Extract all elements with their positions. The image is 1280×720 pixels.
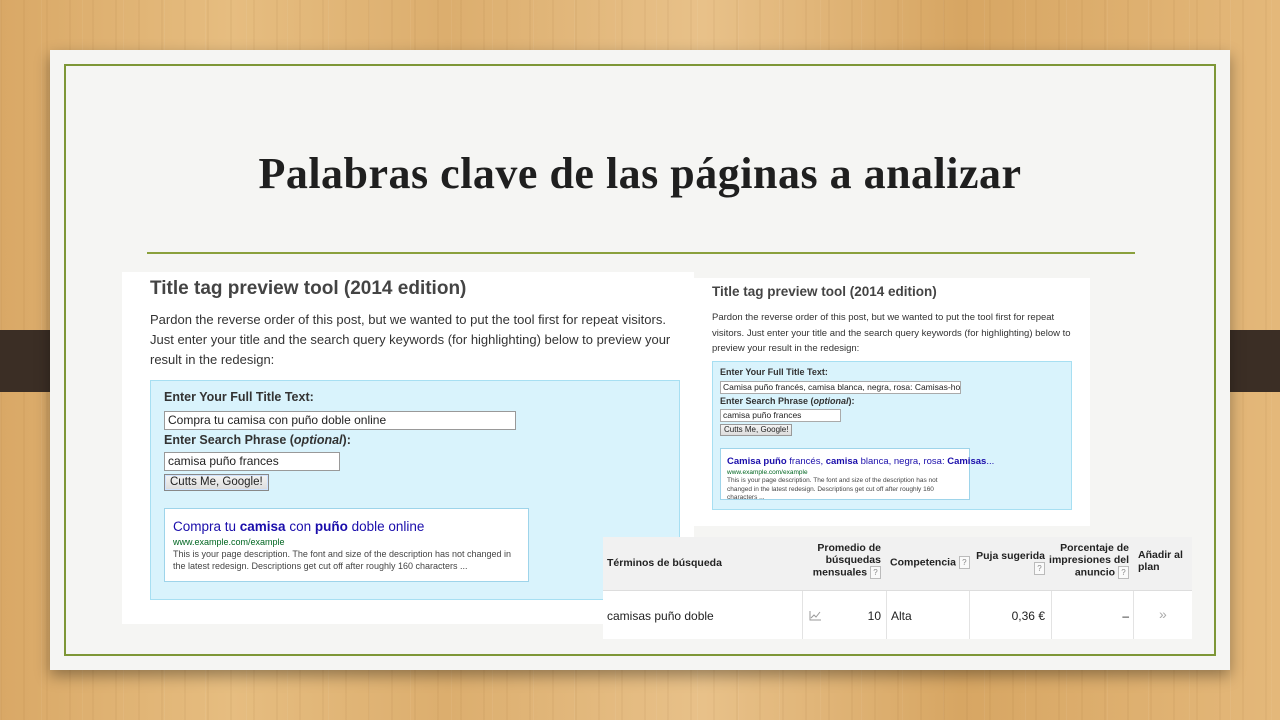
preview-button[interactable]: Cutts Me, Google! <box>720 424 793 436</box>
table-header: Términos de búsqueda Promedio de búsqued… <box>603 537 1192 591</box>
serp-title: Camisa puño francés, camisa blanca, negr… <box>727 456 995 467</box>
column-divider <box>802 591 803 639</box>
title-field[interactable]: Camisa puño francés, camisa blanca, negr… <box>720 381 961 394</box>
tool-intro: Pardon the reverse order of this post, b… <box>712 312 1071 354</box>
title-rule <box>147 252 1135 254</box>
serp-preview: Camisa puño francés, camisa blanca, negr… <box>720 448 994 501</box>
header-add-to-plan: Añadir al plan <box>1138 549 1183 573</box>
right-tool-screenshot: Title tag preview tool (2014 edition) Pa… <box>692 278 1090 526</box>
help-icon[interactable]: ? <box>958 556 970 569</box>
tool-heading: Title tag preview tool (2014 edition) <box>712 284 937 299</box>
title-field[interactable]: Compra tu camisa con puño doble online <box>164 411 516 430</box>
add-to-plan-icon[interactable]: » <box>1159 606 1167 622</box>
help-icon[interactable]: ? <box>1118 566 1129 579</box>
serp-url: www.example.com/example <box>173 537 285 547</box>
cell-impression-share: – <box>1122 609 1129 623</box>
table-row: camisas puño doble 10 Alta 0,36 € – » <box>603 591 1192 639</box>
column-divider <box>969 591 970 639</box>
tool-intro: Pardon the reverse order of this post, b… <box>150 312 671 367</box>
phrase-field-label: Enter Search Phrase (optional): <box>720 396 855 406</box>
tool-form-box: Enter Your Full Title Text: Compra tu ca… <box>150 380 680 600</box>
serp-description: This is your page description. The font … <box>727 477 938 501</box>
cell-term: camisas puño doble <box>607 609 714 623</box>
slide: Palabras clave de las páginas a analizar… <box>50 50 1230 670</box>
serp-url: www.example.com/example <box>727 469 808 476</box>
phrase-field-label: Enter Search Phrase (optional): <box>164 433 351 447</box>
tool-heading: Title tag preview tool (2014 edition) <box>150 278 467 299</box>
phrase-field[interactable]: camisa puño frances <box>164 452 340 471</box>
serp-title: Compra tu camisa con puño doble online <box>173 519 425 534</box>
title-field-label: Enter Your Full Title Text: <box>164 390 314 404</box>
header-impression-share: Porcentaje de impresiones del anuncio ? <box>1049 542 1129 579</box>
title-field-label: Enter Your Full Title Text: <box>720 367 828 377</box>
help-icon[interactable]: ? <box>1034 562 1045 575</box>
trend-chart-icon[interactable] <box>809 610 822 621</box>
help-icon[interactable]: ? <box>870 566 881 579</box>
column-divider <box>1133 591 1134 639</box>
serp-description: This is your page description. The font … <box>173 549 512 571</box>
serp-preview: Compra tu camisa con puño doble online w… <box>164 508 529 582</box>
header-avg-searches: Promedio de búsquedas mensuales ? <box>812 542 881 579</box>
cell-searches: 10 <box>867 609 881 623</box>
header-term: Términos de búsqueda <box>607 557 722 569</box>
preview-button[interactable]: Cutts Me, Google! <box>164 474 269 491</box>
header-competition: Competencia ? <box>890 556 970 569</box>
header-bid: Puja sugerida ? <box>976 550 1045 575</box>
cell-competition: Alta <box>891 609 912 623</box>
tool-form-box: Enter Your Full Title Text: Camisa puño … <box>712 361 1072 510</box>
cell-bid: 0,36 € <box>1011 609 1045 623</box>
slide-title: Palabras clave de las páginas a analizar <box>258 149 1022 198</box>
keyword-planner-table: Términos de búsqueda Promedio de búsqued… <box>603 537 1192 639</box>
column-divider <box>1051 591 1052 639</box>
phrase-field[interactable]: camisa puño frances <box>720 409 841 422</box>
column-divider <box>886 591 887 639</box>
